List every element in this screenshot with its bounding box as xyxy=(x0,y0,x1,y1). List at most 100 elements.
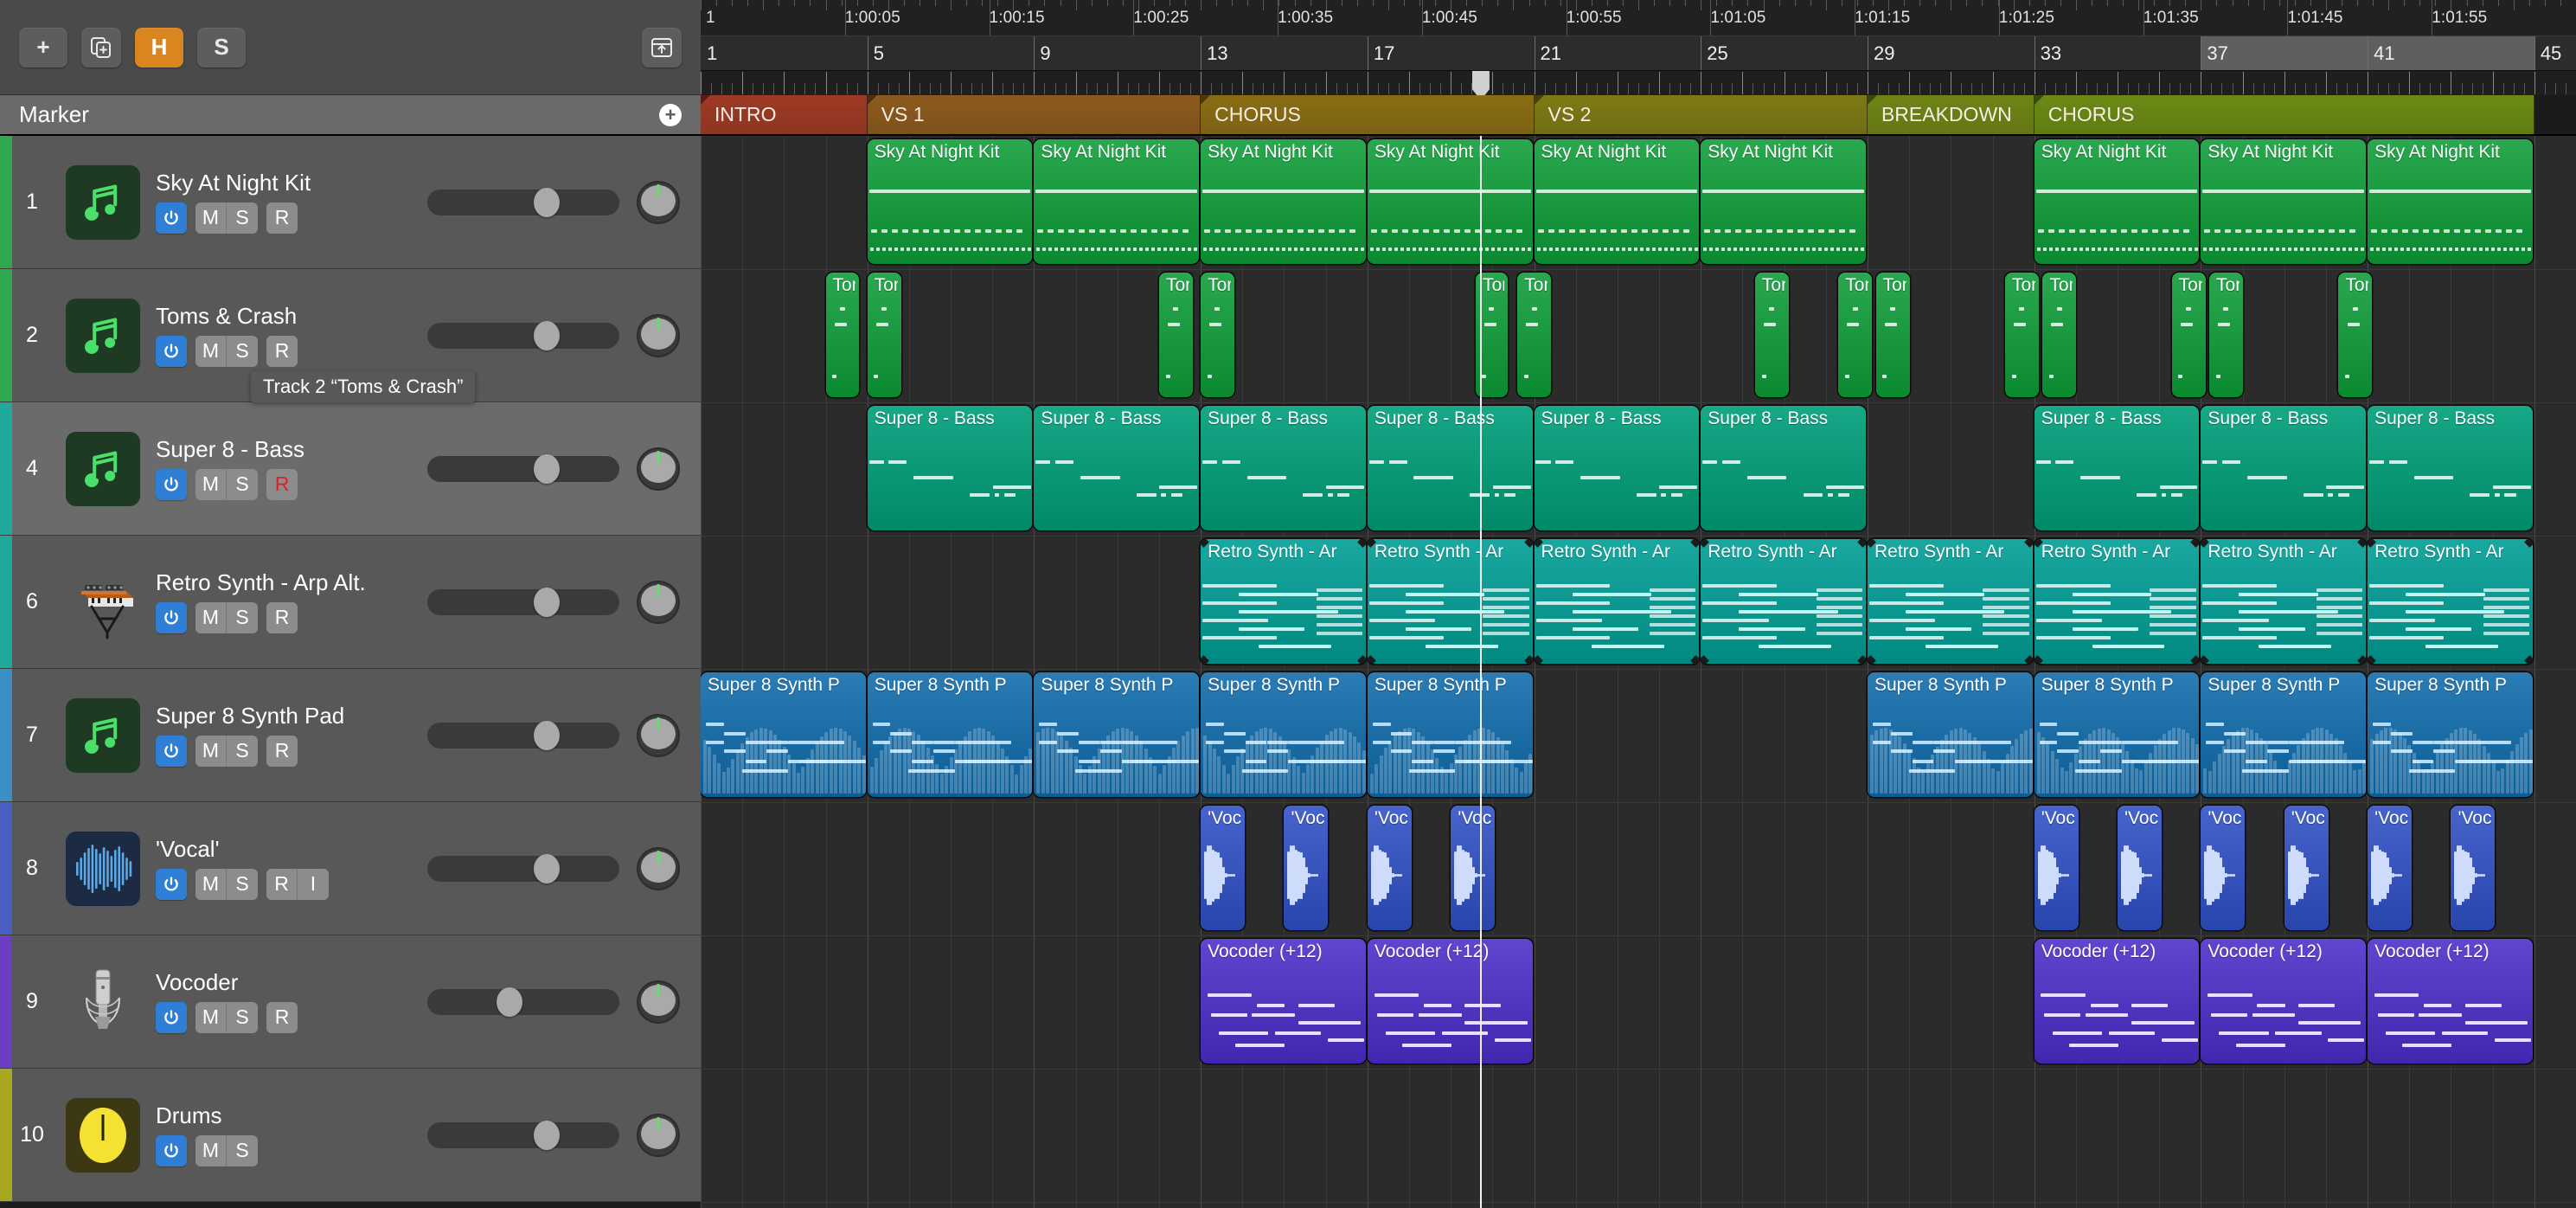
region[interactable]: Toms & Crash xyxy=(2042,273,2077,397)
region[interactable]: Super 8 Synth P xyxy=(2034,672,2200,797)
region[interactable]: Super 8 - Bass xyxy=(2368,406,2533,530)
beat-tick-ruler[interactable] xyxy=(701,71,2576,95)
region[interactable]: 'Vocal' xyxy=(2118,806,2163,930)
region[interactable]: Toms & Crash xyxy=(825,273,860,397)
region[interactable]: Super 8 Synth P xyxy=(1034,672,1200,797)
region[interactable]: 'Vocal' xyxy=(1201,806,1246,930)
region[interactable]: Sky At Night Kit xyxy=(2034,139,2200,264)
mute-button[interactable]: M xyxy=(195,735,227,767)
region[interactable]: Vocoder (+12) xyxy=(2201,939,2367,1063)
region[interactable]: Sky At Night Kit xyxy=(1701,139,1866,264)
region-resize-handle[interactable] xyxy=(1534,539,1543,548)
region[interactable]: Super 8 Synth P xyxy=(1201,672,1366,797)
marker-intro[interactable]: INTRO xyxy=(701,95,868,134)
region-resize-handle[interactable] xyxy=(1857,655,1866,664)
volume-slider-thumb[interactable] xyxy=(533,853,560,884)
region-resize-handle[interactable] xyxy=(1690,539,1700,548)
pan-knob[interactable] xyxy=(638,582,678,622)
region[interactable]: Super 8 Synth P xyxy=(1367,672,1533,797)
region-resize-handle[interactable] xyxy=(1356,539,1366,548)
track-color-stripe[interactable] xyxy=(0,935,12,1068)
playhead-handle[interactable] xyxy=(1471,71,1490,95)
region[interactable]: Vocoder (+12) xyxy=(2034,939,2200,1063)
music-note-icon[interactable] xyxy=(66,164,140,240)
solo-button[interactable]: S xyxy=(227,468,258,500)
region[interactable]: Super 8 - Bass xyxy=(2034,406,2200,530)
marker-breakdown[interactable]: BREAKDOWN xyxy=(1867,95,2035,134)
region-resize-handle[interactable] xyxy=(1367,655,1376,664)
volume-slider[interactable] xyxy=(427,320,619,350)
track-color-stripe[interactable] xyxy=(0,402,12,535)
region-resize-handle[interactable] xyxy=(1857,539,1866,548)
region-resize-handle[interactable] xyxy=(2523,655,2533,664)
region-resize-handle[interactable] xyxy=(1701,655,1710,664)
track-power-button[interactable] xyxy=(156,1134,187,1166)
region-resize-handle[interactable] xyxy=(2357,539,2367,548)
region[interactable]: 'Vocal' xyxy=(1284,806,1329,930)
volume-slider-thumb[interactable] xyxy=(533,320,560,350)
mute-button[interactable]: M xyxy=(195,335,227,367)
pan-knob[interactable] xyxy=(638,1115,678,1155)
record-enable-button[interactable]: R xyxy=(266,601,298,633)
record-enable-button[interactable]: R xyxy=(266,468,298,500)
region-resize-handle[interactable] xyxy=(1534,655,1543,664)
add-track-button[interactable]: + xyxy=(19,27,67,67)
record-enable-button[interactable]: R xyxy=(266,335,298,367)
track-header-8[interactable]: 8 'Vocal' M S R I xyxy=(0,802,701,935)
solo-button[interactable]: S xyxy=(227,202,258,234)
region-resize-handle[interactable] xyxy=(2023,539,2033,548)
volume-slider-thumb[interactable] xyxy=(533,453,560,484)
knob-icon[interactable] xyxy=(66,1097,140,1173)
region-resize-handle[interactable] xyxy=(1523,655,1533,664)
region-resize-handle[interactable] xyxy=(2357,655,2367,664)
track-color-stripe[interactable] xyxy=(0,536,12,668)
pan-knob[interactable] xyxy=(638,182,678,222)
region[interactable]: Toms & Crash xyxy=(2171,273,2206,397)
solo-button[interactable]: S xyxy=(227,335,258,367)
solo-button[interactable]: S xyxy=(227,1001,258,1033)
pan-knob[interactable] xyxy=(638,981,678,1022)
track-color-stripe[interactable] xyxy=(0,802,12,935)
region[interactable]: Super 8 - Bass xyxy=(1367,406,1533,530)
region[interactable]: 'Vocal' xyxy=(2368,806,2413,930)
region[interactable]: Toms & Crash xyxy=(867,273,901,397)
track-name[interactable]: Retro Synth - Arp Alt. xyxy=(156,570,419,595)
region-resize-handle[interactable] xyxy=(2523,539,2533,548)
track-color-stripe[interactable] xyxy=(0,269,12,402)
region-resize-handle[interactable] xyxy=(2190,539,2200,548)
track-power-button[interactable] xyxy=(156,468,187,500)
region[interactable]: Vocoder (+12) xyxy=(2368,939,2533,1063)
region[interactable]: Super 8 Synth P xyxy=(867,672,1033,797)
volume-slider-thumb[interactable] xyxy=(533,587,560,617)
record-enable-button[interactable]: R xyxy=(266,202,298,234)
bar-ruler[interactable]: 1 5 9 13 17 21 25 29 33 37 41 45 xyxy=(701,36,2576,71)
duplicate-track-button[interactable] xyxy=(81,27,121,67)
volume-slider[interactable] xyxy=(427,587,619,617)
mute-button[interactable]: M xyxy=(195,468,227,500)
region[interactable]: Retro Synth - Ar xyxy=(1701,539,1866,664)
track-header-7[interactable]: 7 Super 8 Synth Pad M S R xyxy=(0,669,701,802)
add-marker-button[interactable]: + xyxy=(659,103,682,126)
region-resize-handle[interactable] xyxy=(2034,539,2043,548)
pan-knob[interactable] xyxy=(638,848,678,889)
open-library-button[interactable] xyxy=(642,27,682,67)
region[interactable]: Super 8 Synth P xyxy=(2368,672,2533,797)
track-power-button[interactable] xyxy=(156,735,187,767)
volume-slider-thumb[interactable] xyxy=(533,720,560,750)
track-name[interactable]: Super 8 - Bass xyxy=(156,437,419,462)
track-name[interactable]: Sky At Night Kit xyxy=(156,170,419,196)
mute-button[interactable]: M xyxy=(195,601,227,633)
track-header-2[interactable]: 2 Toms & Crash M S R Track 2 “Toms & Crash” xyxy=(0,269,701,402)
track-header-9[interactable]: 9 Vocoder M S R xyxy=(0,935,701,1069)
region[interactable]: Retro Synth - Ar xyxy=(1367,539,1533,664)
volume-slider[interactable] xyxy=(427,853,619,884)
region-resize-handle[interactable] xyxy=(2201,655,2210,664)
marker-chorus[interactable]: CHORUS xyxy=(1201,95,1535,134)
region-resize-handle[interactable] xyxy=(1356,655,1366,664)
mute-button[interactable]: M xyxy=(195,202,227,234)
track-name[interactable]: 'Vocal' xyxy=(156,837,419,862)
region[interactable]: Sky At Night Kit xyxy=(867,139,1033,264)
region-resize-handle[interactable] xyxy=(1201,539,1209,548)
region[interactable]: Sky At Night Kit xyxy=(1201,139,1366,264)
marker-vs-1[interactable]: VS 1 xyxy=(867,95,1201,134)
